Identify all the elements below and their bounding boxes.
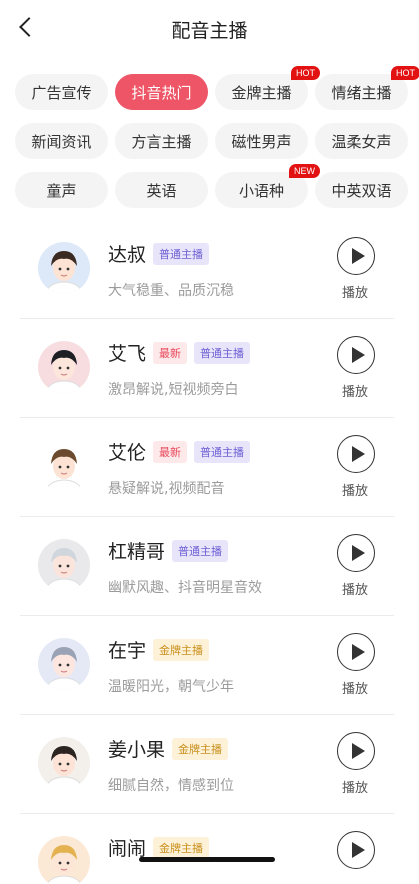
category-chip-label: 童声 [46,181,77,200]
category-chip[interactable]: 抖音热门 [115,74,208,110]
play-icon[interactable] [337,534,375,572]
category-chip[interactable]: 广告宣传 [15,74,108,110]
anchor-tag: 金牌主播 [153,836,210,859]
chip-badge: NEW [289,164,320,178]
play-label[interactable]: 播放 [342,579,368,598]
anchor-description: 悬疑解说,视频配音 [108,481,225,497]
anchor-list-item[interactable]: 艾飞 最新 普通主播激昂解说,短视频旁白 播放 [20,319,394,418]
anchor-description: 大气稳重、品质沉稳 [108,283,234,299]
anchor-list-item[interactable]: 艾伦 最新 普通主播悬疑解说,视频配音 播放 [20,418,394,517]
category-chip-label: 金牌主播 [231,83,292,102]
category-chips: 广告宣传 抖音热门 金牌主播 HOT 情绪主播 HOT 新闻资讯 方言主播 磁性男声 温柔女声童声… [15,66,419,221]
category-chip[interactable]: 英语 [115,172,208,208]
category-chip-label: 温柔女声 [331,132,392,151]
category-chip[interactable]: 温柔女声 [315,123,408,159]
category-chip-label: 广告宣传 [31,83,92,102]
page-title: 配音主播 [171,20,248,42]
anchor-tag: 普通主播 [172,539,229,562]
anchor-list-item[interactable]: 杠精哥 普通主播幽默风趣、抖音明星音效 播放 [20,517,394,616]
anchor-name: 杠精哥 [108,541,166,563]
anchor-description: 温暖阳光，朝气少年 [108,679,234,695]
anchor-name-line: 姜小果 金牌主播 [108,735,229,762]
anchor-tag: 普通主播 [153,242,210,265]
play-icon[interactable] [337,831,375,869]
category-chip-label: 英语 [146,181,177,200]
category-chip[interactable]: 情绪主播 HOT [315,66,419,110]
category-chip-label: 方言主播 [131,132,192,151]
anchor-description: 细腻自然，情感到位 [108,778,234,794]
play-label[interactable]: 播放 [342,282,368,301]
anchor-tag: 金牌主播 [153,638,210,661]
anchor-tag: 金牌主播 [172,737,229,760]
anchor-description: 幽默风趣、抖音明星音效 [108,580,262,596]
category-chip[interactable]: 中英双语 [315,172,408,208]
anchor-description: 激昂解说,短视频旁白 [108,382,239,398]
header: 配音主播 [0,0,419,58]
avatar [38,836,90,884]
category-chip[interactable]: 金牌主播 HOT [215,66,320,110]
play-icon[interactable] [337,633,375,671]
play-icon[interactable] [337,237,375,275]
anchor-name-line: 达叔 普通主播 [108,240,210,267]
anchor-name-line: 杠精哥 普通主播 [108,537,229,564]
play-icon[interactable] [337,435,375,473]
anchor-tag: 普通主播 [194,341,251,364]
category-chip-label: 小语种 [238,181,284,200]
category-chip-label: 中英双语 [331,181,392,200]
anchor-name: 艾飞 [108,343,147,365]
anchor-tag: 最新 [153,440,188,463]
anchor-name-line: 艾飞 最新 普通主播 [108,339,251,366]
anchor-list-item[interactable]: 达叔 普通主播大气稳重、品质沉稳 播放 [20,220,394,319]
anchor-tag: 普通主播 [194,440,251,463]
category-chip-label: 新闻资讯 [31,132,92,151]
avatar [38,638,90,690]
anchor-name: 达叔 [108,244,147,266]
home-indicator [139,857,275,862]
avatar [38,539,90,591]
chip-badge: HOT [291,66,320,80]
category-chip-label: 抖音热门 [131,83,192,102]
anchor-list: 达叔 普通主播 大气稳重、品质沉稳 播放 艾飞 最新 普通主播 激昂解说,短视频旁白 播放 艾… [20,220,394,884]
category-chip[interactable]: 新闻资讯 [15,123,108,159]
play-icon[interactable] [337,732,375,770]
anchor-name: 在宇 [108,640,147,662]
anchor-name-line: 艾伦 最新 普通主播 [108,438,251,465]
category-chip[interactable]: 方言主播 [115,123,208,159]
play-label[interactable]: 播放 [342,678,368,697]
play-label[interactable]: 播放 [342,777,368,796]
play-icon[interactable] [337,336,375,374]
chip-badge: HOT [391,66,419,80]
avatar [38,440,90,492]
avatar [38,341,90,393]
category-chip[interactable]: 童声 [15,172,108,208]
anchor-list-item[interactable]: 闹闹 金牌主播 [20,814,394,884]
anchor-list-item[interactable]: 在宇 金牌主播温暖阳光，朝气少年 播放 [20,616,394,715]
chip-row: 新闻资讯 方言主播 磁性男声 温柔女声 [15,123,419,159]
anchor-name: 艾伦 [108,442,147,464]
anchor-tag: 最新 [153,341,188,364]
category-chip[interactable]: 磁性男声 [215,123,308,159]
avatar [38,737,90,789]
play-label[interactable]: 播放 [342,381,368,400]
chip-row: 童声 英语 小语种 NEW 中英双语 [15,164,419,208]
anchor-list-item[interactable]: 姜小果 金牌主播细腻自然，情感到位 播放 [20,715,394,814]
anchor-name-line: 在宇 金牌主播 [108,636,210,663]
anchor-name: 姜小果 [108,739,166,761]
chip-row: 广告宣传 抖音热门 金牌主播 HOT 情绪主播 HOT [15,66,419,110]
category-chip-label: 磁性男声 [231,132,292,151]
category-chip-label: 情绪主播 [331,83,392,102]
category-chip[interactable]: 小语种 NEW [215,164,320,208]
avatar [38,242,90,294]
play-label[interactable]: 播放 [342,480,368,499]
